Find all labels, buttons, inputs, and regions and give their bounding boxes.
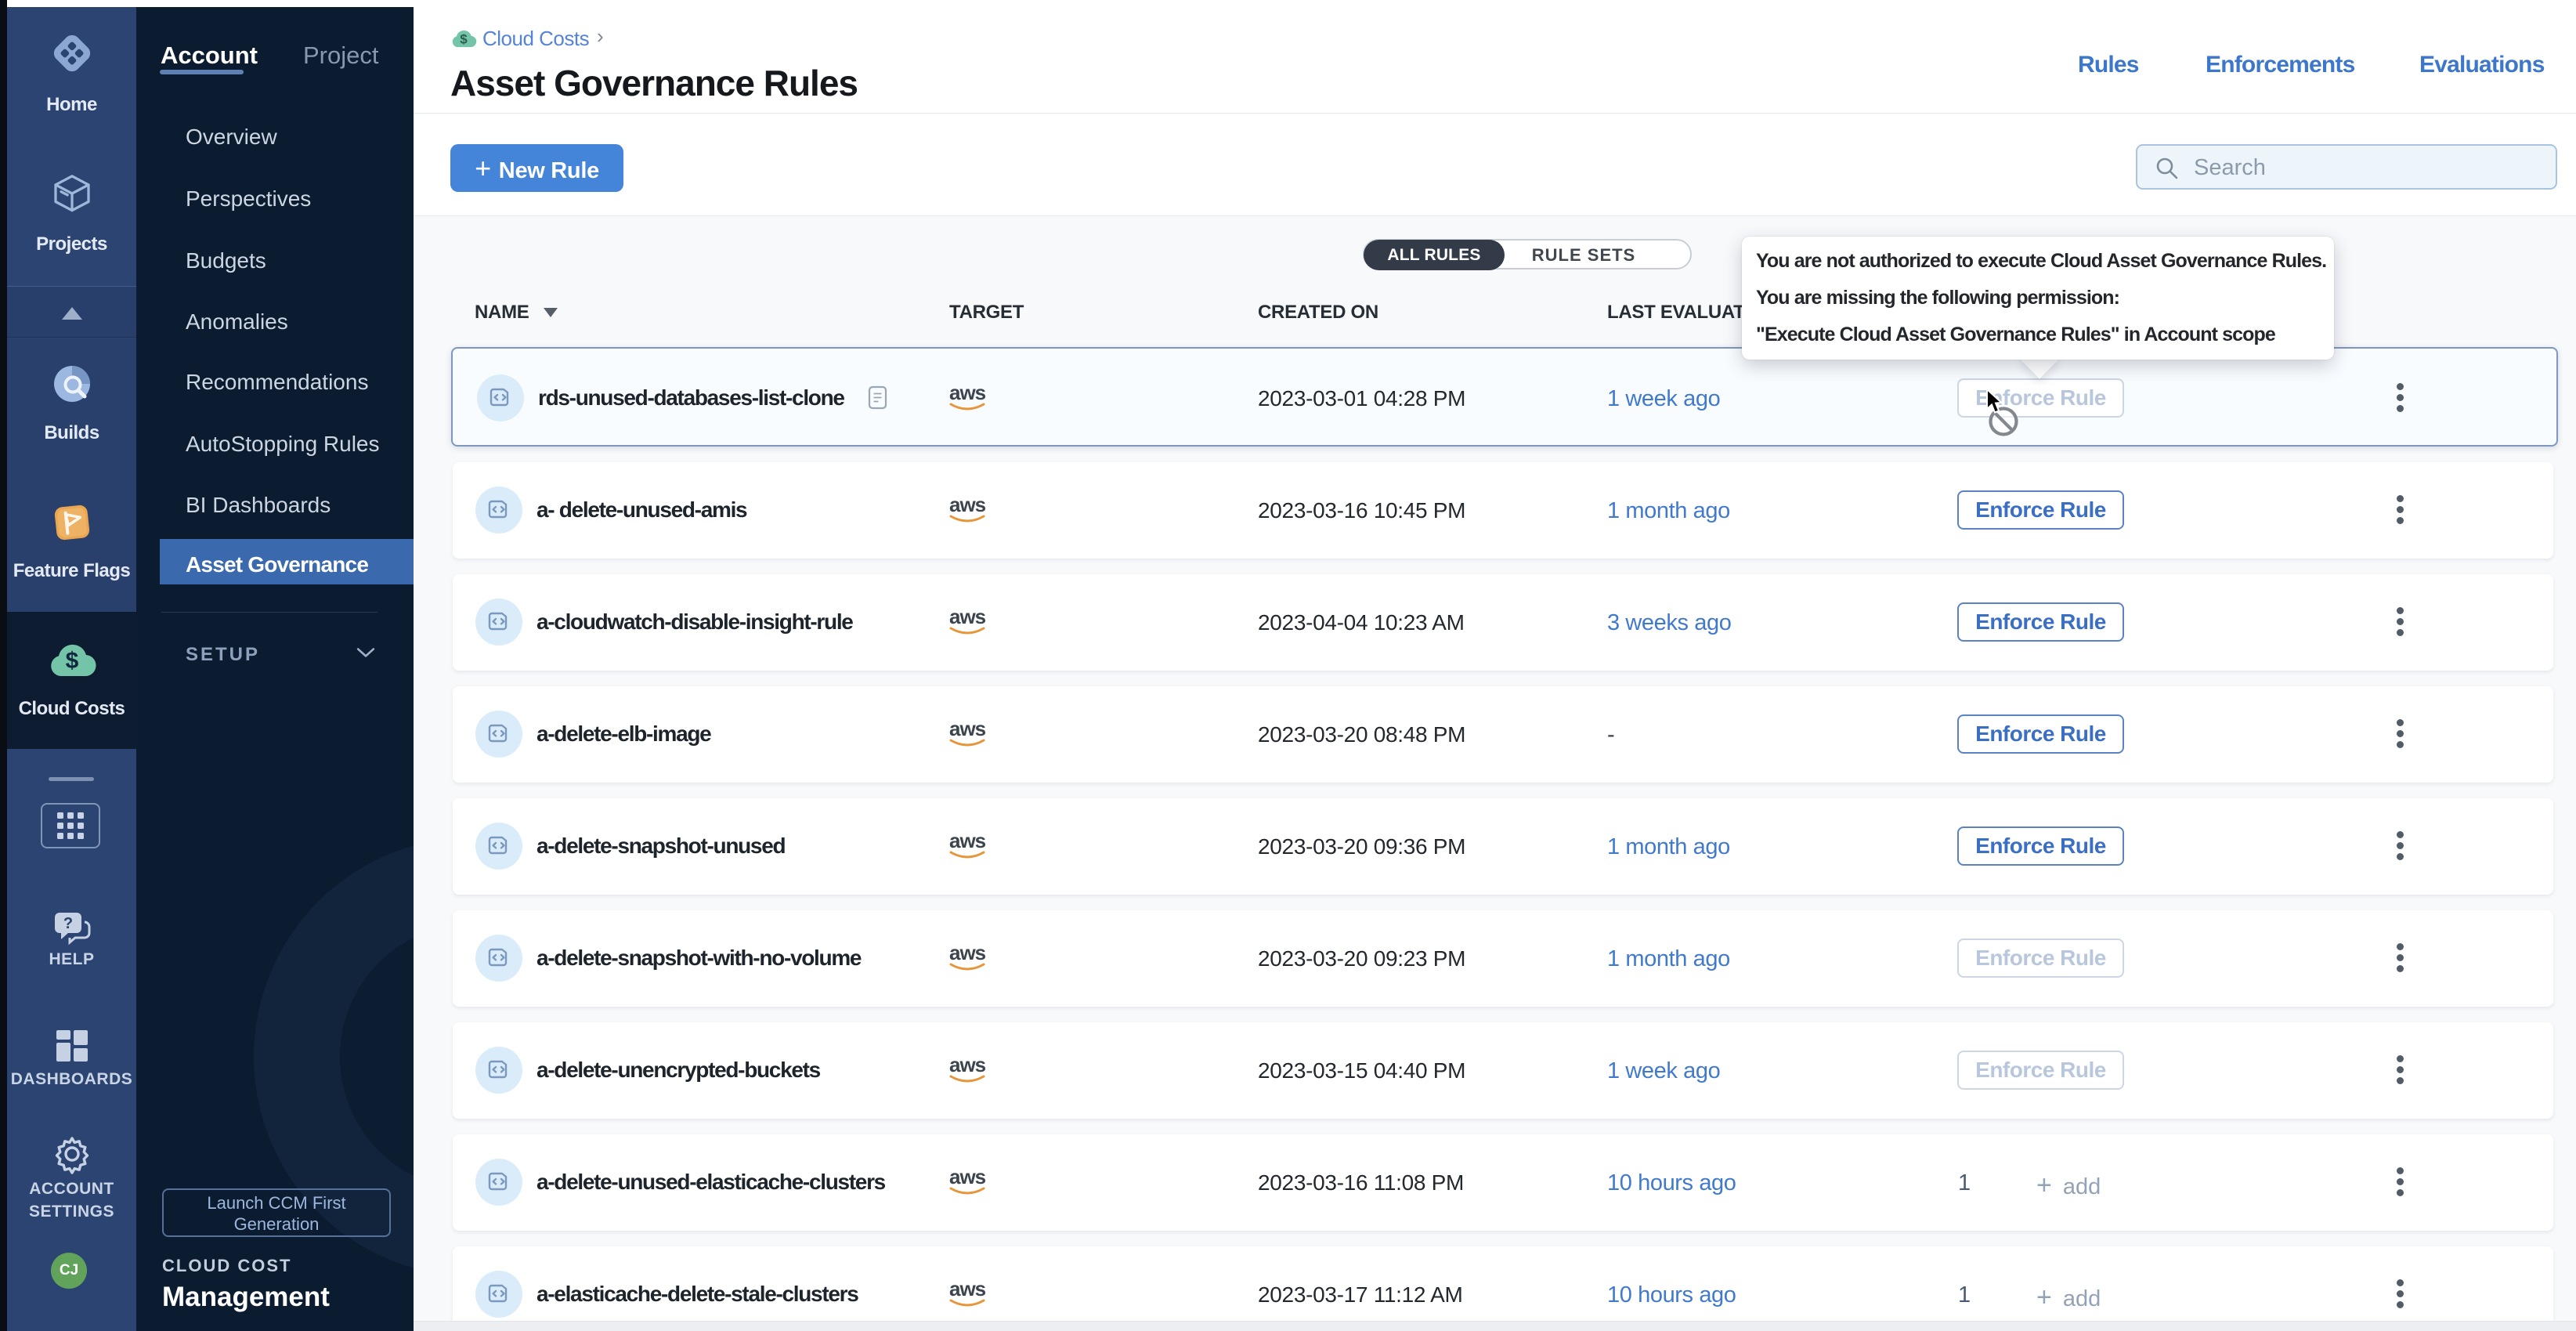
- svg-text:?: ?: [63, 915, 72, 932]
- svg-text:$: $: [460, 31, 468, 46]
- svg-text:$: $: [65, 648, 78, 674]
